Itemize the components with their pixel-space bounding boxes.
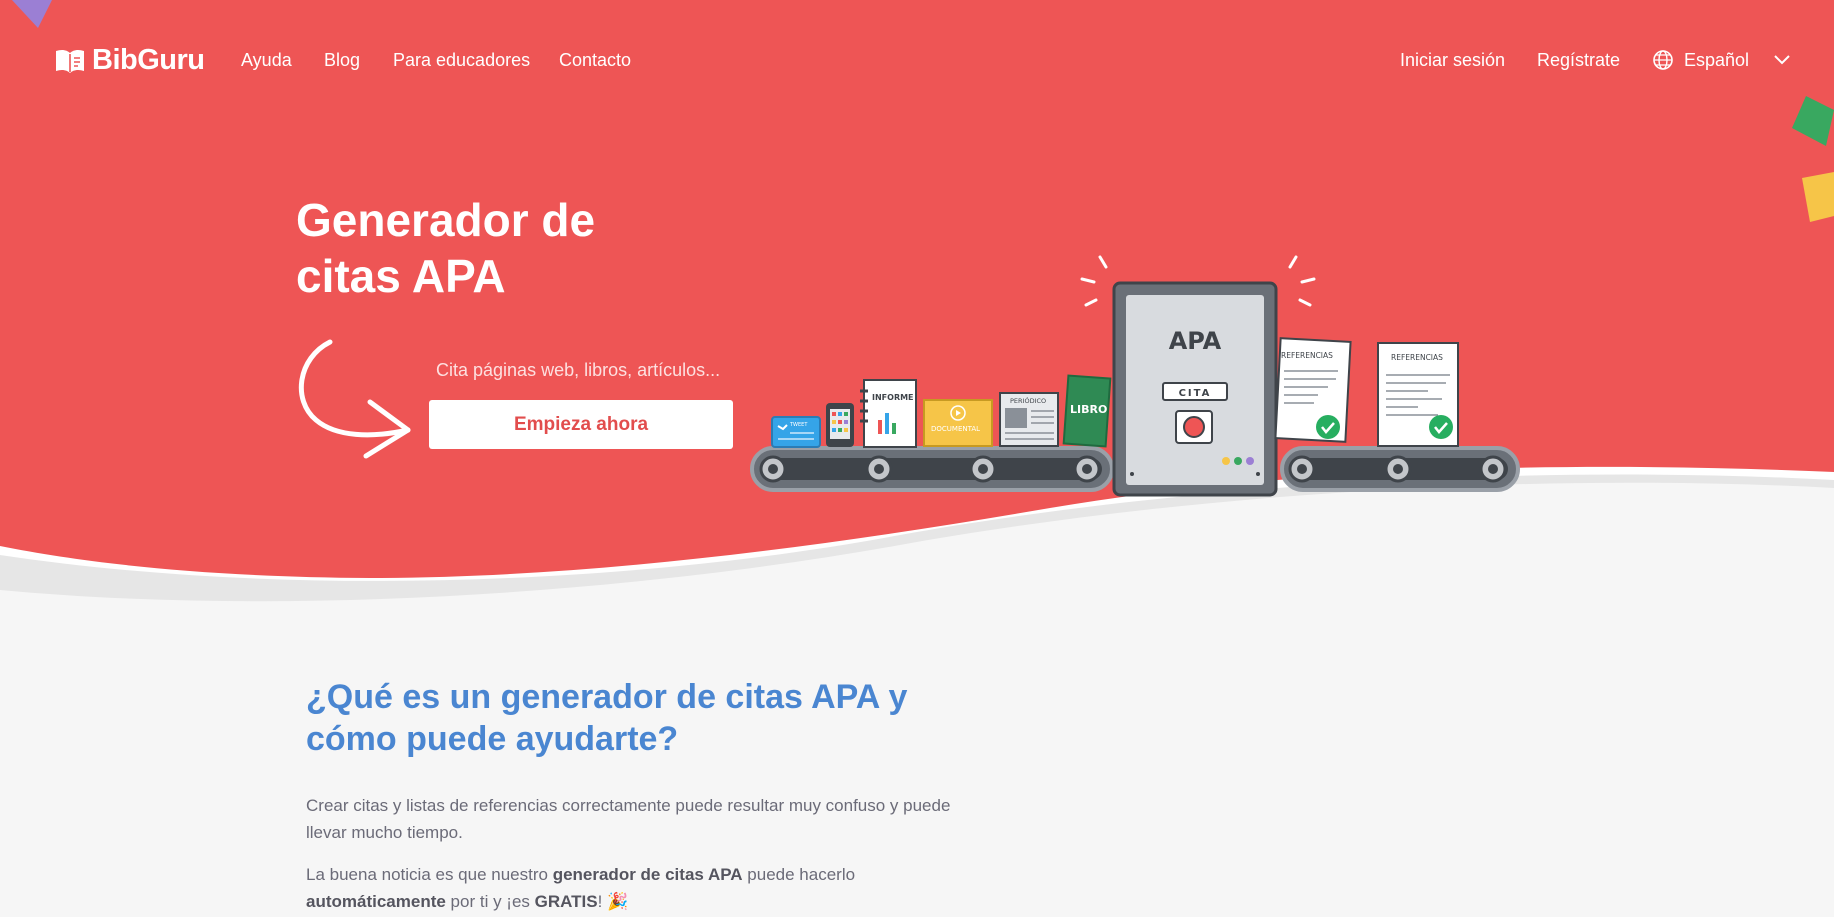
paragraph-1: Crear citas y listas de referencias corr… [306,796,951,842]
p2-text-c: puede hacerlo [742,865,856,884]
nav-link-contacto[interactable]: Contacto [559,50,631,71]
references-label-1: REFERENCIAS [1281,351,1333,360]
curved-arrow-icon [298,339,411,459]
hero-section: BibGuru Ayuda Blog Para educadores Conta… [0,0,1834,620]
bibguru-logo[interactable]: BibGuru [54,44,205,77]
nav-link-educadores[interactable]: Para educadores [393,50,530,71]
hero-subtitle: Cita páginas web, libros, artículos... [436,360,721,380]
chevron-down-icon [1774,55,1790,65]
machine-button-label: CITA [1179,388,1212,399]
hero-title: Generador de citas APA [296,192,716,304]
p2-bold-automatic: automáticamente [306,892,446,911]
tweet-label: TWEET [789,422,808,428]
book-card: LIBRO [1062,374,1112,448]
newspaper-label: PERIÓDICO [1010,396,1046,405]
logo-text: BibGuru [92,44,205,76]
apa-machine: APA CITA [1112,281,1278,497]
references-card-2: REFERENCIAS [1377,342,1459,447]
references-label-2: REFERENCIAS [1391,353,1443,362]
section-heading: ¿Qué es un generador de citas APA y cómo… [306,678,908,758]
hero-title-line2: citas APA [296,250,506,302]
p2-bold-generator: generador de citas APA [552,865,743,884]
phone-card [826,403,854,447]
documentary-card: DOCUMENTAL [923,399,993,447]
p2-bold-free: GRATIS [534,892,598,911]
report-label: INFORME [872,393,914,402]
left-conveyor [750,446,1114,492]
globe-icon [1653,50,1673,70]
language-selector[interactable]: Español [1652,49,1791,71]
book-logo-icon [56,49,84,73]
hero-title-line1: Generador de [296,194,596,246]
content-section: ¿Qué es un generador de citas APA y cómo… [306,676,1026,915]
references-card-1: REFERENCIAS [1274,337,1352,443]
p2-text-g: ! 🎉 [597,892,629,911]
p2-text-e: por ti y ¡es [445,892,535,911]
newspaper-card: PERIÓDICO [999,392,1059,447]
language-label: Español [1684,49,1750,70]
register-link[interactable]: Regístrate [1537,50,1620,71]
top-navigation: BibGuru Ayuda Blog Para educadores Conta… [0,0,1834,124]
p2-text-a: La buena noticia es que nuestro [306,865,553,884]
paragraph-2: La buena noticia es que nuestro generado… [306,861,966,915]
documentary-label: DOCUMENTAL [931,425,980,433]
start-now-button[interactable]: Empieza ahora [429,400,733,449]
report-card: INFORME [860,379,917,448]
login-link[interactable]: Iniciar sesión [1400,50,1505,71]
citation-machine-illustration: TWEET INFORME DOCUMENTAL PERIÓDICO LIBRO… [750,255,1520,497]
machine-label: APA [1169,327,1222,355]
nav-link-blog[interactable]: Blog [324,50,360,71]
book-label: LIBRO [1070,403,1107,416]
right-conveyor [1280,446,1520,492]
nav-link-ayuda[interactable]: Ayuda [241,50,292,71]
tweet-card: TWEET [771,416,821,448]
confetti-yellow [1802,172,1834,222]
